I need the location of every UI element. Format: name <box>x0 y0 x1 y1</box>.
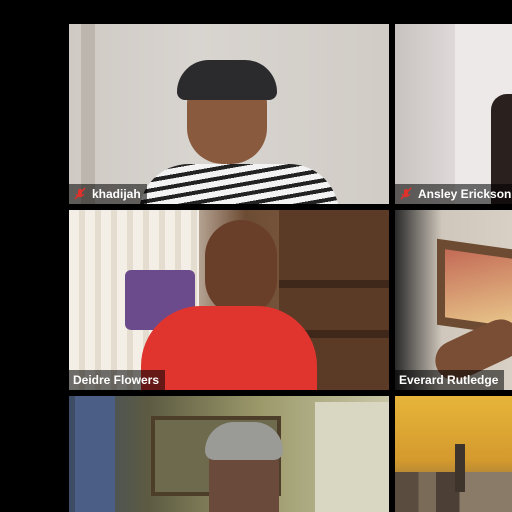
participant-tile[interactable] <box>69 396 389 512</box>
wall-picture-art <box>445 249 512 327</box>
window <box>75 396 115 512</box>
door-frame <box>81 24 95 204</box>
participant-name: Everard Rutledge <box>399 373 499 387</box>
participant-tile-deidre-flowers[interactable]: Deidre Flowers <box>69 210 389 390</box>
participant-tile-everard-rutledge[interactable]: Everard Rutledge <box>395 210 512 390</box>
participant-name: khadijah <box>92 187 141 201</box>
name-tag: Deidre Flowers <box>69 370 166 390</box>
participant-hair <box>205 422 283 460</box>
participant-shirt <box>141 306 317 390</box>
shelf <box>279 280 389 288</box>
name-tag: khadijah <box>69 184 147 204</box>
participant-name: Ansley Erickson <box>418 187 512 201</box>
participant-tile[interactable] <box>395 396 512 512</box>
participant-shirt <box>139 164 339 204</box>
tower <box>455 444 465 492</box>
participant-head <box>205 220 277 316</box>
microphone-muted-icon <box>74 187 86 200</box>
microphone-muted-icon <box>400 187 412 200</box>
name-tag: Everard Rutledge <box>395 370 505 390</box>
door <box>315 402 389 512</box>
participant-name: Deidre Flowers <box>73 373 160 387</box>
participant-tile-ansley-erickson[interactable]: Ansley Erickson <box>395 24 512 204</box>
participant-tile-khadijah[interactable]: khadijah <box>69 24 389 204</box>
skyline <box>395 472 512 512</box>
participant-headwrap <box>177 60 277 100</box>
name-tag: Ansley Erickson <box>395 184 512 204</box>
